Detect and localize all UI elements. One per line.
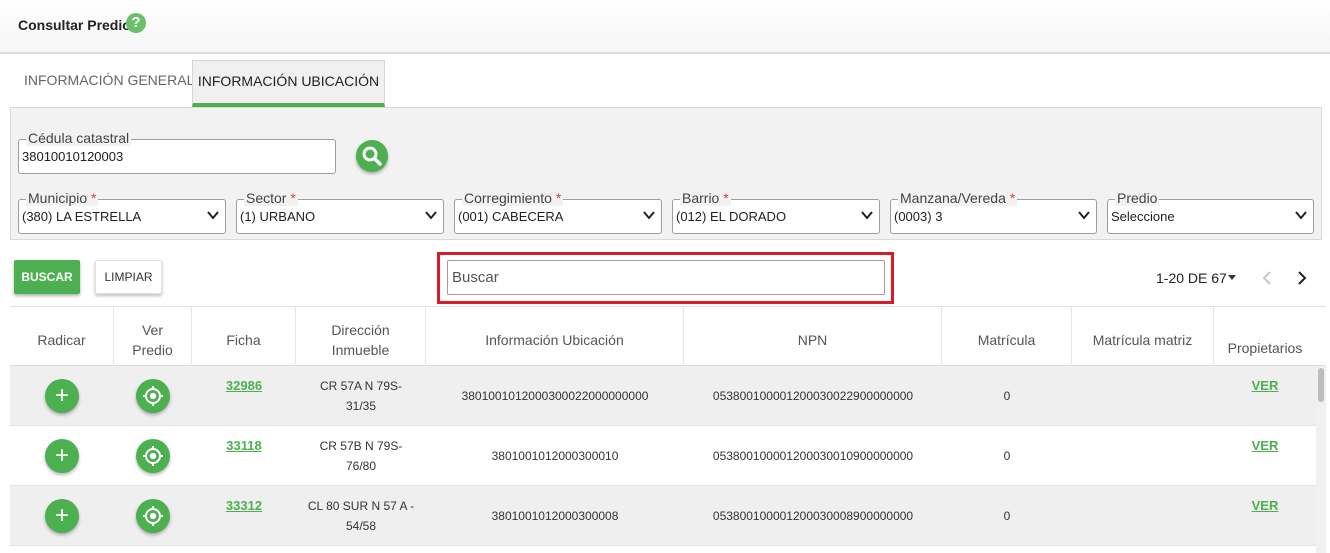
target-icon[interactable]	[136, 499, 170, 533]
ver-propietarios-link[interactable]: VER	[1252, 376, 1279, 396]
manzana-label: Manzana/Vereda *	[898, 190, 1018, 206]
corregimiento-value: (001) CABECERA	[458, 209, 564, 224]
title-bar: Consultar Predio ?	[0, 0, 1330, 54]
matricula-matriz-cell	[1072, 366, 1214, 426]
ficha-link[interactable]: 32986	[226, 376, 262, 396]
municipio-label: Municipio *	[26, 190, 99, 206]
chevron-down-icon	[207, 211, 219, 220]
chevron-down-icon	[861, 211, 873, 220]
propietarios-cell: VER	[1214, 426, 1316, 486]
filter-panel: Cédula catastral 38010010120003 Municipi…	[10, 107, 1322, 240]
matricula-cell: 0	[1003, 509, 1011, 523]
ver-propietarios-link[interactable]: VER	[1252, 496, 1279, 516]
npn-cell: 053800100001200030010900000000	[712, 449, 914, 463]
search-cedula-button[interactable]	[356, 140, 388, 172]
limpiar-button[interactable]: LIMPIAR	[95, 260, 162, 294]
cedula-field[interactable]: Cédula catastral 38010010120003	[18, 130, 336, 174]
corregimiento-label: Corregimiento *	[462, 190, 564, 206]
plus-icon[interactable]: +	[45, 379, 79, 413]
ficha-cell: 33312	[192, 486, 296, 546]
col-propietarios: Propietarios	[1227, 340, 1303, 356]
matricula-matriz-cell	[1072, 486, 1214, 546]
table-row: + 32986 CR 57A N 79S- 31/35 3801001012000…	[10, 366, 1316, 426]
direccion-cell: CR 57A N 79S- 31/35	[319, 379, 403, 413]
info-cell: 3801001012000300010	[491, 449, 619, 463]
npn-cell: 053800100001200030008900000000	[712, 509, 914, 523]
col-ficha: Ficha	[192, 307, 296, 367]
propietarios-cell: VER	[1214, 486, 1316, 546]
col-npn: NPN	[684, 307, 942, 367]
target-icon[interactable]	[136, 439, 170, 473]
ver-predio-cell	[114, 486, 192, 546]
radicar-cell: +	[10, 486, 114, 546]
chevron-down-icon	[643, 211, 655, 220]
sector-select[interactable]: Sector * (1) URBANO	[236, 190, 444, 234]
table-header: Radicar Ver Predio Ficha Dirección Inmuebl…	[10, 306, 1326, 367]
col-ver-predio: Ver Predio	[114, 307, 192, 367]
direccion-cell: CR 57B N 79S- 76/80	[319, 439, 403, 473]
chevron-left-icon[interactable]	[1261, 270, 1273, 286]
col-matricula: Matrícula	[942, 307, 1072, 367]
ficha-link[interactable]: 33118	[226, 436, 261, 456]
cedula-value[interactable]: 38010010120003	[22, 149, 123, 164]
municipio-value: (380) LA ESTRELLA	[22, 209, 142, 224]
corregimiento-select[interactable]: Corregimiento * (001) CABECERA	[454, 190, 662, 234]
plus-icon[interactable]: +	[45, 439, 79, 473]
chevron-down-icon	[1078, 211, 1090, 220]
ver-propietarios-link[interactable]: VER	[1252, 436, 1279, 456]
col-direccion: Dirección Inmueble	[296, 307, 426, 367]
chevron-down-icon	[1295, 211, 1307, 220]
help-icon[interactable]: ?	[126, 13, 146, 33]
caret-down-icon[interactable]	[1228, 275, 1236, 281]
manzana-value: (0003) 3	[894, 209, 943, 224]
chevron-right-icon[interactable]	[1296, 270, 1308, 286]
info-cell: 3801001012000300008	[491, 509, 619, 523]
table-row: + 33312 CL 80 SUR N 57 A -54/58 38010010…	[10, 486, 1316, 546]
plus-icon[interactable]: +	[45, 499, 79, 533]
radicar-cell: +	[10, 426, 114, 486]
radicar-cell: +	[10, 366, 114, 426]
predio-select[interactable]: Predio Seleccione	[1107, 190, 1314, 234]
scrollbar-thumb[interactable]	[1318, 368, 1324, 402]
sector-label: Sector *	[244, 190, 298, 206]
matricula-cell: 0	[1003, 389, 1011, 403]
table-row: + 33118 CR 57B N 79S- 76/80 3801001012000…	[10, 426, 1316, 486]
barrio-value: (012) EL DORADO	[676, 209, 787, 224]
chevron-down-icon	[425, 211, 437, 220]
predio-value: Seleccione	[1111, 209, 1175, 224]
manzana-select[interactable]: Manzana/Vereda * (0003) 3	[890, 190, 1097, 234]
pager-range[interactable]: 1-20 DE 67	[1156, 270, 1227, 286]
barrio-select[interactable]: Barrio * (012) EL DORADO	[672, 190, 880, 234]
col-matricula-matriz: Matrícula matriz	[1072, 307, 1214, 367]
ficha-cell: 32986	[192, 366, 296, 426]
direccion-cell: CL 80 SUR N 57 A -54/58	[307, 499, 415, 533]
barrio-label: Barrio *	[680, 190, 731, 206]
propietarios-cell: VER	[1214, 366, 1316, 426]
target-icon[interactable]	[136, 379, 170, 413]
matricula-matriz-cell	[1072, 426, 1214, 486]
search-icon	[362, 146, 382, 166]
municipio-select[interactable]: Municipio * (380) LA ESTRELLA	[18, 190, 226, 234]
matricula-cell: 0	[1003, 449, 1011, 463]
ficha-link[interactable]: 33312	[226, 496, 262, 516]
results-table: Radicar Ver Predio Ficha Dirección Inmuebl…	[10, 306, 1326, 553]
table-scrollbar[interactable]	[1316, 366, 1326, 553]
page-title: Consultar Predio	[18, 17, 131, 33]
buscar-button[interactable]: BUSCAR	[14, 260, 80, 294]
col-info-ubicacion: Información Ubicación	[426, 307, 684, 367]
predio-label: Predio	[1115, 190, 1160, 206]
cedula-label: Cédula catastral	[26, 130, 132, 146]
search-input[interactable]	[447, 260, 885, 295]
info-cell: 3801001012000300022000000000	[461, 389, 649, 403]
sector-value: (1) URBANO	[240, 209, 316, 224]
col-radicar: Radicar	[10, 307, 114, 367]
ficha-cell: 33118	[192, 426, 296, 486]
npn-cell: 053800100001200030022900000000	[712, 389, 914, 403]
tab-informacion-general[interactable]: INFORMACIÓN GENERAL	[12, 60, 206, 107]
tab-informacion-ubicacion[interactable]: INFORMACIÓN UBICACIÓN	[192, 60, 385, 107]
ver-predio-cell	[114, 426, 192, 486]
ver-predio-cell	[114, 366, 192, 426]
